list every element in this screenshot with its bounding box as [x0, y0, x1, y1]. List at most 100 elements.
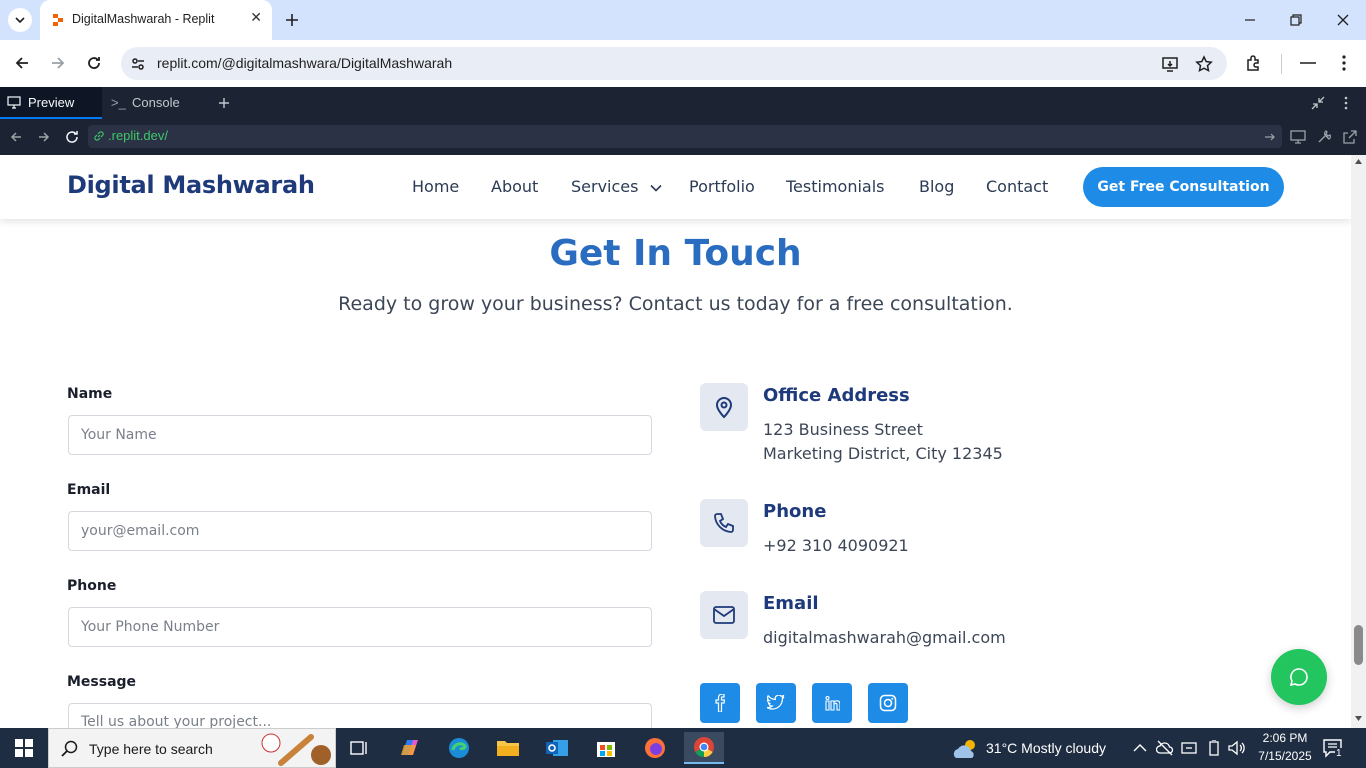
close-icon	[1337, 14, 1349, 26]
profile-button[interactable]	[1294, 49, 1322, 77]
open-new-tab-icon[interactable]	[1342, 129, 1358, 145]
meet-now-icon[interactable]	[1181, 740, 1197, 756]
device-view-icon[interactable]	[1290, 129, 1306, 145]
omnibox[interactable]: replit.com/@digitalmashwara/DigitalMashw…	[121, 47, 1227, 80]
go-arrow-icon[interactable]	[1264, 131, 1276, 143]
tab-search-button[interactable]	[8, 8, 32, 32]
volume-icon[interactable]	[1228, 740, 1246, 756]
name-field[interactable]	[68, 415, 652, 455]
site-logo[interactable]: Digital Mashwarah	[67, 171, 315, 199]
taskbar-search[interactable]: Type here to search	[48, 728, 336, 768]
taskbar-search-placeholder: Type here to search	[89, 741, 213, 757]
weather-text[interactable]: 31°C Mostly cloudy	[986, 740, 1106, 756]
email-value[interactable]: digitalmashwarah@gmail.com	[763, 626, 1006, 650]
minimize-icon	[1245, 19, 1255, 21]
weather-widget-icon[interactable]	[952, 738, 980, 760]
webview-url-field[interactable]: .replit.dev/	[88, 125, 1282, 148]
chevron-up-icon[interactable]	[1133, 743, 1147, 753]
reload-icon[interactable]	[64, 129, 80, 145]
restore-button[interactable]	[1284, 8, 1308, 32]
close-window-button[interactable]	[1331, 8, 1355, 32]
message-textarea[interactable]	[69, 704, 651, 728]
phone-value[interactable]: +92 310 4090921	[763, 534, 909, 558]
minimize-button[interactable]	[1238, 8, 1262, 32]
office-title: Office Address	[763, 385, 910, 406]
reload-icon	[88, 57, 100, 69]
clock-date[interactable]: 7/15/2025	[1255, 749, 1315, 763]
nav-services-label: Services	[571, 177, 639, 196]
cloud-offline-icon[interactable]	[1156, 740, 1174, 756]
facebook-button[interactable]	[700, 683, 740, 723]
browser-tab[interactable]: DigitalMashwarah - Replit ✕	[40, 0, 272, 40]
instagram-button[interactable]	[868, 683, 908, 723]
outlook-icon	[546, 740, 568, 756]
name-input[interactable]	[69, 416, 651, 454]
address-toolbar: replit.com/@digitalmashwara/DigitalMashw…	[0, 40, 1366, 87]
scroll-up-icon[interactable]	[1354, 158, 1363, 165]
copilot-taskbar-icon[interactable]	[390, 732, 430, 764]
arrow-left-icon[interactable]	[9, 130, 23, 144]
nav-testimonials[interactable]: Testimonials	[786, 177, 885, 196]
arrow-right-icon[interactable]	[37, 130, 51, 144]
forward-button[interactable]	[44, 49, 72, 77]
back-button[interactable]	[8, 49, 36, 77]
nav-blog[interactable]: Blog	[919, 177, 954, 196]
nav-about[interactable]: About	[491, 177, 538, 196]
tab-console[interactable]: >_ Console	[102, 87, 208, 119]
email-field[interactable]	[68, 511, 652, 551]
chrome-taskbar-icon[interactable]	[684, 732, 724, 764]
facebook-icon	[715, 694, 725, 712]
replit-pane-tabs: Preview >_ Console	[0, 87, 1366, 119]
start-button[interactable]	[4, 732, 44, 764]
twitter-button[interactable]	[756, 683, 796, 723]
install-app-icon[interactable]	[1161, 55, 1179, 73]
collapse-icon	[1311, 96, 1325, 110]
devtools-wrench-icon[interactable]	[1316, 129, 1332, 145]
nav-home[interactable]: Home	[412, 177, 459, 196]
chat-widget-button[interactable]	[1271, 649, 1327, 705]
notifications-button[interactable]: 1	[1322, 738, 1344, 759]
free-consultation-button[interactable]: Get Free Consultation	[1083, 167, 1284, 207]
message-field[interactable]	[68, 703, 652, 728]
scroll-down-icon[interactable]	[1354, 715, 1363, 722]
edge-taskbar-icon[interactable]	[439, 732, 479, 764]
browser-tab-strip: DigitalMashwarah - Replit ✕	[0, 0, 1366, 40]
firefox-taskbar-icon[interactable]	[635, 732, 675, 764]
battery-icon[interactable]	[1206, 740, 1222, 756]
add-pane-tab-button[interactable]	[216, 95, 232, 111]
nav-portfolio[interactable]: Portfolio	[689, 177, 755, 196]
website-preview: Digital Mashwarah Home About Services Po…	[0, 155, 1351, 728]
phone-input[interactable]	[69, 608, 651, 646]
store-taskbar-icon[interactable]	[586, 732, 626, 764]
replit-logo-icon	[53, 14, 63, 26]
tab-console-label: Console	[132, 95, 180, 110]
bookmark-star-icon[interactable]	[1195, 55, 1213, 73]
outlook-taskbar-icon[interactable]	[537, 732, 577, 764]
baseball-doodle-icon	[261, 733, 331, 766]
file-explorer-taskbar-icon[interactable]	[488, 732, 528, 764]
collapse-pane-button[interactable]	[1310, 95, 1326, 111]
tab-title: DigitalMashwarah - Replit	[72, 12, 215, 26]
more-vertical-icon	[1342, 55, 1346, 71]
page-scrollbar[interactable]	[1351, 155, 1366, 728]
close-tab-icon[interactable]: ✕	[250, 10, 262, 26]
extensions-button[interactable]	[1240, 49, 1268, 77]
phone-field[interactable]	[68, 607, 652, 647]
map-pin-icon	[715, 397, 733, 419]
reload-button[interactable]	[80, 49, 108, 77]
browser-menu-button[interactable]	[1330, 49, 1358, 77]
site-settings-icon[interactable]	[130, 56, 146, 72]
puzzle-icon	[1247, 55, 1259, 71]
pane-menu-button[interactable]	[1344, 95, 1356, 111]
tab-preview-label: Preview	[28, 95, 75, 110]
nav-services[interactable]: Services	[571, 177, 662, 196]
task-view-button[interactable]	[340, 732, 380, 764]
linkedin-button[interactable]	[812, 683, 852, 723]
linkedin-icon	[825, 695, 840, 711]
nav-contact[interactable]: Contact	[986, 177, 1048, 196]
tab-preview[interactable]: Preview	[0, 87, 102, 119]
email-input[interactable]	[69, 512, 651, 550]
new-tab-button[interactable]	[280, 8, 304, 32]
scrollbar-thumb[interactable]	[1354, 625, 1363, 665]
clock-time[interactable]: 2:06 PM	[1260, 731, 1310, 745]
